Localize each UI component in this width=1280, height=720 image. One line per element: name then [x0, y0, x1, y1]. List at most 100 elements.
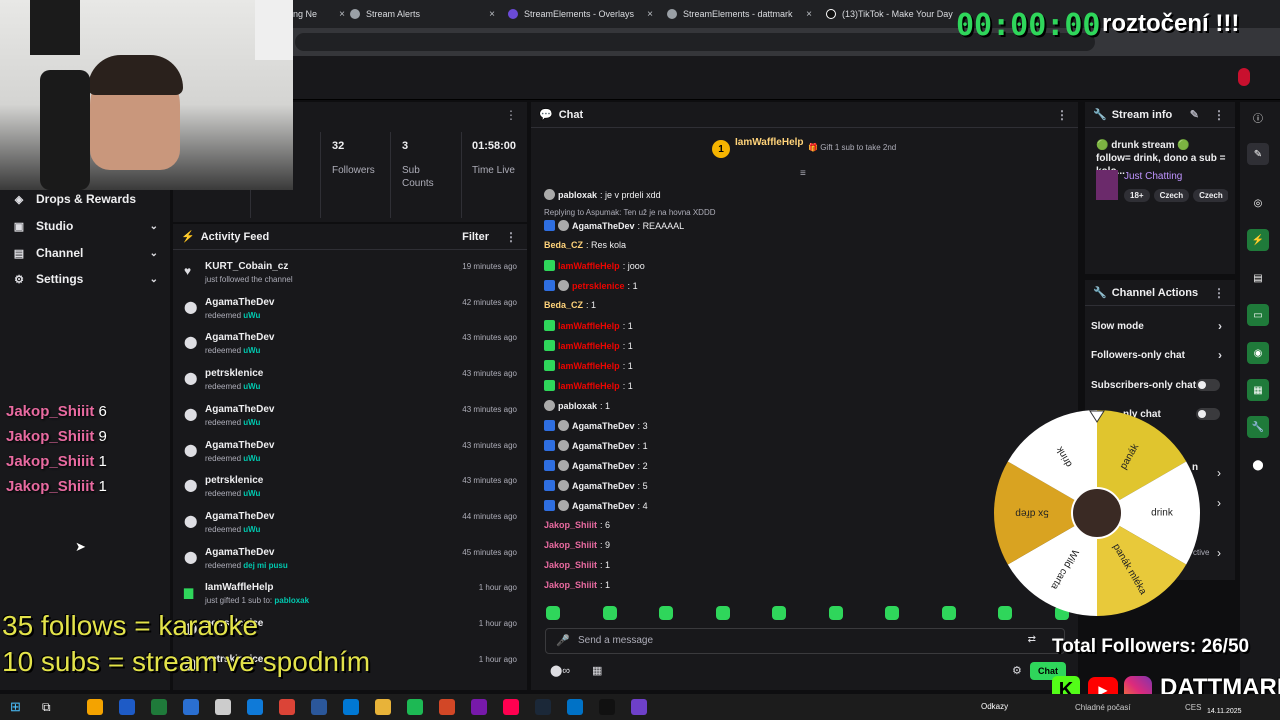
- activity-item[interactable]: ⬤ AgamaTheDev redeemed dej mi pusu 45 minut…: [180, 544, 525, 578]
- tab-close-icon[interactable]: ×: [339, 9, 345, 20]
- chat-username[interactable]: pabloxak: [558, 401, 597, 411]
- chat-username[interactable]: AgamaTheDev: [572, 221, 635, 231]
- activity-username[interactable]: AgamaTheDev: [205, 297, 274, 308]
- clipboard-icon[interactable]: ▤: [1247, 267, 1269, 289]
- chat-username[interactable]: Jakop_Shiiit: [544, 560, 597, 570]
- chat-username[interactable]: Jakop_Shiiit: [544, 540, 597, 550]
- sidebar-item-channel[interactable]: ▤ Channel ⌄: [0, 240, 170, 266]
- chat-username[interactable]: petrsklenice: [572, 281, 625, 291]
- toggle[interactable]: [1196, 379, 1220, 391]
- chat-username[interactable]: AgamaTheDev: [572, 421, 635, 431]
- taskbar-app-icon[interactable]: [87, 699, 103, 715]
- taskbar-app-icon[interactable]: [503, 699, 519, 715]
- tag[interactable]: Czech: [1153, 189, 1190, 202]
- emote-icon[interactable]: [715, 606, 730, 620]
- chat-username[interactable]: IamWaffleHelp: [558, 341, 620, 351]
- chat-username[interactable]: Jakop_Shiiit: [544, 520, 597, 530]
- taskbar-app-icon[interactable]: [343, 699, 359, 715]
- lightning-icon[interactable]: ⚡: [1247, 229, 1269, 251]
- chat-username[interactable]: AgamaTheDev: [572, 441, 635, 451]
- action-slow-mode[interactable]: Slow mode ›: [1091, 312, 1226, 340]
- filter-button[interactable]: Filter: [462, 231, 489, 243]
- activity-item[interactable]: ⬤ AgamaTheDev redeemed uWu 42 minutes ago: [180, 294, 525, 328]
- emote-icon[interactable]: [885, 606, 899, 620]
- activity-username[interactable]: AgamaTheDev: [205, 332, 274, 343]
- taskbar-app-icon[interactable]: [119, 699, 135, 715]
- chat-username[interactable]: IamWaffleHelp: [558, 321, 620, 331]
- taskbar-app-icon[interactable]: [311, 699, 327, 715]
- tab-close-icon[interactable]: ×: [806, 9, 812, 20]
- taskbar-app-icon[interactable]: [183, 699, 199, 715]
- browser-tab[interactable]: StreamElements - Overlays ×: [508, 4, 653, 24]
- more-options-icon[interactable]: ⋮: [1213, 286, 1225, 300]
- points-icon[interactable]: ⬤: [1247, 454, 1269, 476]
- emote-icon[interactable]: [546, 606, 560, 620]
- activity-username[interactable]: petrsklenice: [205, 368, 263, 379]
- taskbar-app-icon[interactable]: [407, 699, 423, 715]
- taskbar-app-icon[interactable]: [375, 699, 391, 715]
- taskbar-app-icon[interactable]: [439, 699, 455, 715]
- more-options-icon[interactable]: ⋮: [1056, 108, 1068, 122]
- tab-close-icon[interactable]: ×: [647, 9, 653, 20]
- chat-username[interactable]: Jakop_Shiiit: [544, 580, 597, 590]
- activity-item[interactable]: ⬤ petrsklenice redeemed uWu 43 minutes ago: [180, 365, 525, 399]
- edit-icon[interactable]: ✎: [1190, 108, 1199, 121]
- browser-tab[interactable]: StreamElements - dattmark ×: [667, 4, 812, 24]
- layout-icon[interactable]: ▦: [1247, 379, 1269, 401]
- taskbar-app-icon[interactable]: [567, 699, 583, 715]
- chat-settings-icon[interactable]: ⚙: [1012, 664, 1022, 677]
- chat-username[interactable]: IamWaffleHelp: [558, 261, 620, 271]
- browser-tab[interactable]: Stream Alerts ×: [350, 4, 495, 24]
- taskbar-app-icon[interactable]: [151, 699, 167, 715]
- emote-icon[interactable]: [659, 606, 673, 620]
- focus-icon[interactable]: ◎: [1247, 192, 1269, 214]
- weather-widget[interactable]: Chladné počasí: [1075, 703, 1131, 712]
- leaderboard-user[interactable]: IamWaffleHelp: [735, 137, 804, 148]
- more-options-icon[interactable]: ⋮: [505, 230, 517, 244]
- sidebar-item-settings[interactable]: ⚙ Settings ⌄: [0, 266, 170, 292]
- mic-icon[interactable]: 🎤: [556, 634, 570, 647]
- chat-username[interactable]: IamWaffleHelp: [558, 381, 620, 391]
- activity-username[interactable]: AgamaTheDev: [205, 511, 274, 522]
- taskbar-app-icon[interactable]: [215, 699, 231, 715]
- activity-item[interactable]: ⬤ AgamaTheDev redeemed uWu 43 minutes ago: [180, 437, 525, 471]
- chat-username[interactable]: IamWaffleHelp: [558, 361, 620, 371]
- wrench-icon[interactable]: 🔧: [1247, 416, 1269, 438]
- chevron-right-icon[interactable]: ›: [1217, 546, 1221, 560]
- chevron-right-icon[interactable]: ›: [1217, 466, 1221, 480]
- expand-icon[interactable]: ≡: [800, 168, 806, 179]
- task-view-icon[interactable]: ⧉: [42, 700, 51, 715]
- tab-close-icon[interactable]: ×: [489, 9, 495, 20]
- chat-username[interactable]: Beda_CZ: [544, 240, 583, 250]
- emote-icon[interactable]: [828, 606, 843, 620]
- category-link[interactable]: Just Chatting: [1124, 171, 1182, 182]
- taskbar-app-icon[interactable]: [471, 699, 487, 715]
- taskbar-app-icon[interactable]: [279, 699, 295, 715]
- tag[interactable]: Czech: [1193, 189, 1228, 202]
- edit-icon[interactable]: ✎: [1247, 143, 1269, 165]
- taskbar-app-icon[interactable]: [247, 699, 263, 715]
- activity-item[interactable]: ⬤ AgamaTheDev redeemed uWu 43 minutes ago: [180, 401, 525, 435]
- emote-icon[interactable]: [772, 606, 786, 620]
- sidebar-item-studio[interactable]: ▣ Studio ⌄: [0, 213, 170, 239]
- tag[interactable]: 18+: [1124, 189, 1150, 202]
- chat-username[interactable]: AgamaTheDev: [572, 481, 635, 491]
- browser-tab[interactable]: ng Ne ×: [293, 4, 345, 24]
- taskbar-links[interactable]: Odkazy: [981, 702, 1008, 711]
- store-icon[interactable]: ▦: [592, 664, 602, 677]
- activity-username[interactable]: KURT_Cobain_cz: [205, 261, 288, 272]
- activity-item[interactable]: ▆ IamWaffleHelp just gifted 1 sub to: pabl…: [180, 579, 525, 613]
- action-subscribers-only[interactable]: Subscribers-only chat: [1091, 371, 1226, 399]
- channel-points-icon[interactable]: ⬤∞: [550, 664, 570, 677]
- activity-username[interactable]: petrsklenice: [205, 475, 263, 486]
- more-options-icon[interactable]: ⋮: [1213, 108, 1225, 122]
- activity-username[interactable]: AgamaTheDev: [205, 404, 274, 415]
- chat-username[interactable]: Beda_CZ: [544, 300, 583, 310]
- chat-input[interactable]: 🎤 Send a message ⇄: [545, 628, 1065, 654]
- windows-start-icon[interactable]: ⊞: [10, 699, 21, 715]
- more-options-icon[interactable]: ⋮: [505, 108, 517, 122]
- info-icon[interactable]: ⓘ: [1247, 106, 1269, 128]
- action-followers-only[interactable]: Followers-only chat ›: [1091, 341, 1226, 369]
- browser-tab[interactable]: (13)TikTok - Make Your Day: [826, 4, 956, 24]
- translate-icon[interactable]: ⇄: [1028, 634, 1036, 645]
